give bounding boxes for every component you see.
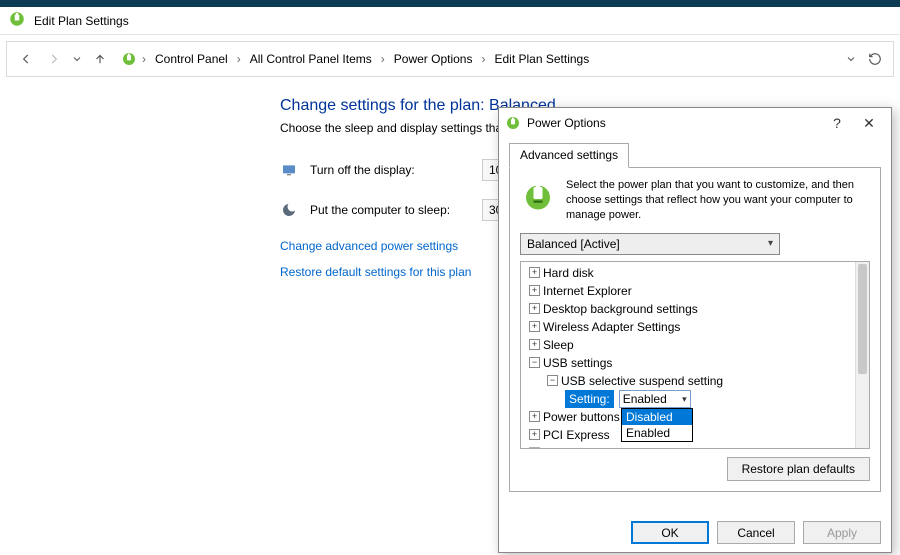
restore-plan-defaults-button[interactable]: Restore plan defaults bbox=[727, 457, 870, 481]
tab-content: Select the power plan that you want to c… bbox=[509, 168, 881, 492]
expander-icon[interactable]: + bbox=[529, 303, 540, 314]
dropdown-option-disabled[interactable]: Disabled bbox=[622, 409, 692, 425]
dialog-title: Power Options bbox=[527, 116, 821, 130]
expander-icon[interactable]: + bbox=[529, 411, 540, 422]
expander-icon[interactable]: + bbox=[529, 339, 540, 350]
chevron-right-icon: › bbox=[139, 52, 149, 66]
tree-leaf-setting: Setting: Enabled ▾ Disabled Enabled bbox=[525, 390, 855, 408]
tree-node-internet-explorer[interactable]: +Internet Explorer bbox=[525, 282, 855, 300]
sleep-icon bbox=[280, 201, 298, 219]
setting-label: Turn off the display: bbox=[310, 163, 470, 177]
refresh-button[interactable] bbox=[865, 49, 885, 69]
setting-value-dropdown[interactable]: Enabled ▾ bbox=[619, 390, 691, 408]
chevron-down-icon: ▾ bbox=[768, 238, 773, 249]
ok-button[interactable]: OK bbox=[631, 521, 709, 544]
power-plan-select[interactable]: Balanced [Active] ▾ bbox=[520, 233, 780, 255]
tree-node-wireless-adapter[interactable]: +Wireless Adapter Settings bbox=[525, 318, 855, 336]
nav-history-dropdown[interactable] bbox=[71, 48, 83, 70]
settings-tree: +Hard disk +Internet Explorer +Desktop b… bbox=[520, 261, 870, 449]
window-top-accent bbox=[0, 0, 900, 7]
dialog-body: Advanced settings Select the power plan … bbox=[499, 138, 891, 513]
expander-icon[interactable]: + bbox=[529, 267, 540, 278]
power-options-icon bbox=[121, 51, 137, 67]
dialog-description: Select the power plan that you want to c… bbox=[566, 178, 870, 223]
chevron-right-icon: › bbox=[234, 52, 244, 66]
expander-icon[interactable]: + bbox=[529, 429, 540, 440]
tree-node-hard-disk[interactable]: +Hard disk bbox=[525, 264, 855, 282]
cancel-button[interactable]: Cancel bbox=[717, 521, 795, 544]
dialog-help-button[interactable]: ? bbox=[821, 111, 853, 135]
setting-label-selected: Setting: bbox=[565, 390, 614, 408]
dialog-footer: OK Cancel Apply bbox=[499, 513, 891, 552]
dropdown-option-enabled[interactable]: Enabled bbox=[622, 425, 692, 441]
tree-node-desktop-background[interactable]: +Desktop background settings bbox=[525, 300, 855, 318]
expander-icon[interactable]: + bbox=[529, 447, 540, 448]
tree-node-usb-settings[interactable]: −USB settings bbox=[525, 354, 855, 372]
scrollbar-thumb[interactable] bbox=[858, 264, 867, 374]
nav-back-button[interactable] bbox=[15, 48, 37, 70]
display-icon bbox=[280, 161, 298, 179]
expander-icon[interactable]: − bbox=[547, 375, 558, 386]
dialog-tab-strip: Advanced settings bbox=[509, 142, 881, 168]
address-bar[interactable]: › Control Panel › All Control Panel Item… bbox=[117, 47, 835, 71]
chevron-down-icon: ▾ bbox=[682, 390, 687, 408]
tree-scrollbar[interactable] bbox=[855, 262, 869, 448]
chevron-right-icon: › bbox=[378, 52, 388, 66]
dialog-titlebar[interactable]: Power Options ? ✕ bbox=[499, 108, 891, 138]
power-options-large-icon bbox=[520, 178, 556, 214]
chevron-right-icon: › bbox=[478, 52, 488, 66]
nav-up-button[interactable] bbox=[89, 48, 111, 70]
tree-node-processor-power[interactable]: +Processor power management bbox=[525, 444, 855, 448]
breadcrumb-segment[interactable]: Edit Plan Settings bbox=[490, 50, 593, 68]
window-titlebar: Edit Plan Settings bbox=[0, 7, 900, 35]
address-dropdown-button[interactable] bbox=[841, 49, 861, 69]
dropdown-value: Enabled bbox=[623, 390, 667, 408]
power-options-dialog: Power Options ? ✕ Advanced settings Sele… bbox=[498, 107, 892, 553]
tree-node-sleep[interactable]: +Sleep bbox=[525, 336, 855, 354]
expander-icon[interactable]: − bbox=[529, 357, 540, 368]
breadcrumb-segment[interactable]: Power Options bbox=[390, 50, 477, 68]
expander-icon[interactable]: + bbox=[529, 285, 540, 296]
breadcrumb-segment[interactable]: Control Panel bbox=[151, 50, 232, 68]
breadcrumb-segment[interactable]: All Control Panel Items bbox=[246, 50, 376, 68]
dialog-close-button[interactable]: ✕ bbox=[853, 111, 885, 135]
nav-forward-button[interactable] bbox=[43, 48, 65, 70]
explorer-navbar: › Control Panel › All Control Panel Item… bbox=[6, 41, 894, 77]
apply-button[interactable]: Apply bbox=[803, 521, 881, 544]
expander-icon[interactable]: + bbox=[529, 321, 540, 332]
power-options-icon bbox=[8, 10, 26, 31]
setting-label: Put the computer to sleep: bbox=[310, 203, 470, 217]
plan-select-value: Balanced [Active] bbox=[527, 237, 620, 251]
tab-advanced-settings[interactable]: Advanced settings bbox=[509, 143, 629, 168]
tree-node-usb-selective-suspend[interactable]: −USB selective suspend setting bbox=[525, 372, 855, 390]
window-title: Edit Plan Settings bbox=[34, 14, 129, 28]
power-options-icon bbox=[505, 115, 521, 131]
dialog-description-row: Select the power plan that you want to c… bbox=[520, 178, 870, 223]
setting-dropdown-popup: Disabled Enabled bbox=[621, 408, 693, 442]
